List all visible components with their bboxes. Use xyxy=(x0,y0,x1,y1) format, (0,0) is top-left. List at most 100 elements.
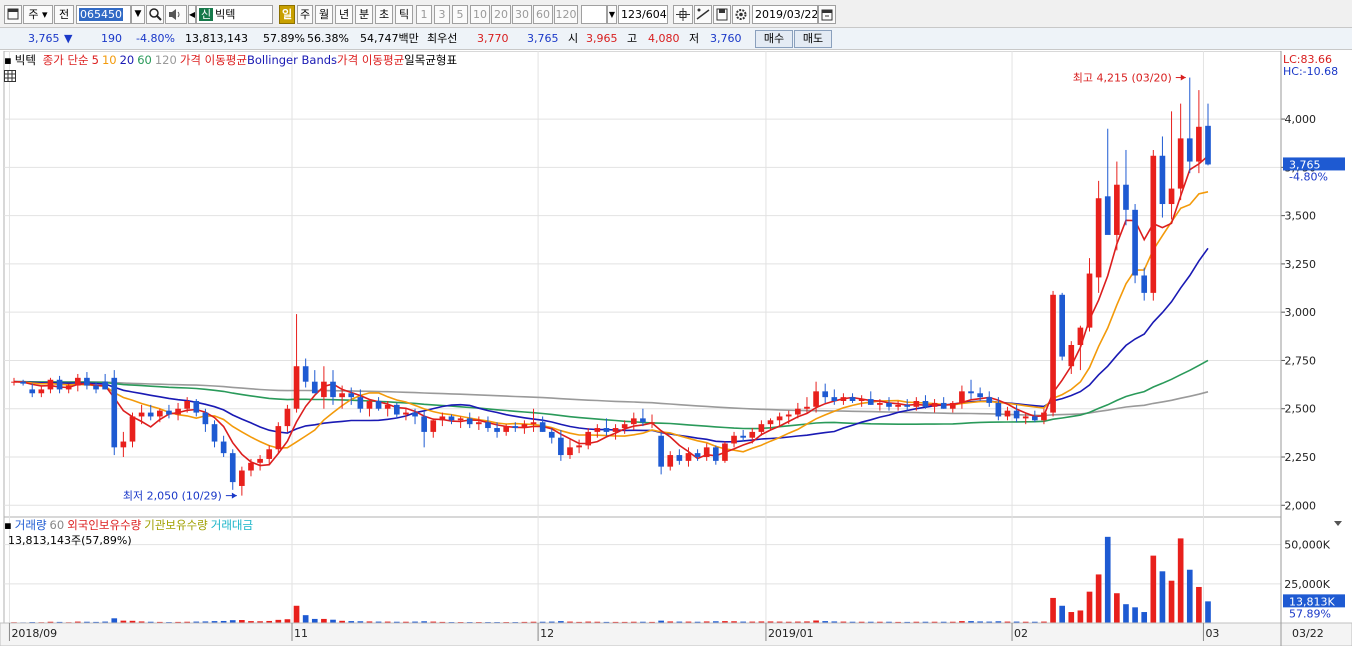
volume-bar xyxy=(1050,597,1056,623)
chart-area[interactable]: 2,0002,2502,5002,7503,0003,2503,5003,750… xyxy=(0,51,1352,646)
save-icon[interactable] xyxy=(713,5,731,24)
volume-bar xyxy=(1123,604,1129,623)
candle-body xyxy=(822,391,829,398)
prev-stock-arrow[interactable]: ◀ xyxy=(188,5,196,24)
candle-body xyxy=(603,428,610,432)
candle-body xyxy=(1196,126,1202,162)
calendar-icon[interactable] xyxy=(818,5,836,24)
candle-body xyxy=(1141,275,1148,293)
type-selector[interactable]: 주 ▾ xyxy=(23,5,53,24)
low-label: 저 xyxy=(689,32,700,45)
candle-body xyxy=(20,381,26,384)
candle-body xyxy=(977,393,983,398)
gear-icon[interactable] xyxy=(732,5,750,24)
date-tick-label: 2019/01 xyxy=(768,627,814,640)
interval-1[interactable]: 1 xyxy=(416,5,432,24)
candle-body xyxy=(93,385,99,390)
volume-bar xyxy=(1196,586,1202,623)
buy-button[interactable]: 매수 xyxy=(755,30,793,48)
candle-body xyxy=(311,381,318,394)
interval-120[interactable]: 120 xyxy=(554,5,578,24)
period-tick[interactable]: 틱 xyxy=(395,5,413,24)
candle-body xyxy=(849,397,856,401)
candle-body xyxy=(430,420,437,432)
period-week[interactable]: 주 xyxy=(297,5,313,24)
grid-toggle-icon[interactable] xyxy=(4,70,457,86)
candle-body xyxy=(703,447,710,457)
interval-20[interactable]: 20 xyxy=(491,5,511,24)
candle-body xyxy=(959,391,965,403)
high-label: 고 xyxy=(627,32,638,45)
interval-30[interactable]: 30 xyxy=(512,5,532,24)
interval-60[interactable]: 60 xyxy=(533,5,553,24)
period-year[interactable]: 년 xyxy=(335,5,353,24)
price-tick-label: 2,750 xyxy=(1285,354,1317,367)
hc-label: HC:-10.68 xyxy=(1283,65,1338,78)
period-minute[interactable]: 분 xyxy=(355,5,373,24)
candle-body xyxy=(621,424,628,429)
search-icon[interactable] xyxy=(146,5,164,24)
period-second[interactable]: 초 xyxy=(375,5,393,24)
candle-body xyxy=(1068,345,1075,367)
legend-ma-title: 종가 단순 xyxy=(42,53,89,67)
price-tick-label: 3,500 xyxy=(1285,210,1317,223)
candle-body xyxy=(594,428,601,432)
stock-name-field[interactable]: 신 빅텍 xyxy=(196,5,273,24)
candle-body xyxy=(457,418,464,421)
candle-body xyxy=(448,416,455,421)
sell-button[interactable]: 매도 xyxy=(794,30,832,48)
speaker-icon[interactable] xyxy=(165,5,187,24)
candle-body xyxy=(476,422,482,425)
prev-button[interactable]: 전 xyxy=(54,5,74,24)
date-input[interactable]: 2019/03/22 xyxy=(752,5,818,24)
code-dropdown-icon[interactable]: ▼ xyxy=(131,5,145,24)
draw-tool-icon[interactable] xyxy=(694,5,712,24)
candle-body xyxy=(530,422,537,425)
candle-body xyxy=(503,426,510,432)
candle-body xyxy=(722,443,728,461)
interval-3[interactable]: 3 xyxy=(434,5,450,24)
volume-value: 13,813,143 xyxy=(185,32,248,45)
volume-bar xyxy=(1104,536,1111,623)
legend-volume: 거래량 xyxy=(14,518,47,532)
candle-body xyxy=(147,412,154,417)
candle-body xyxy=(630,418,637,425)
price-change: 190 xyxy=(101,32,122,45)
chart-canvas[interactable]: 2,0002,2502,5002,7503,0003,2503,5003,750… xyxy=(0,51,1352,646)
custom-interval-input[interactable] xyxy=(581,5,607,24)
current-price: 3,765 xyxy=(28,32,60,45)
candle-body xyxy=(257,458,263,463)
stock-code-input[interactable]: 065450 xyxy=(76,5,131,24)
volume-bar xyxy=(311,618,318,623)
legend-ichimoku: 일목균형표 xyxy=(404,53,458,67)
volume-tick-label: 25,000K xyxy=(1284,578,1330,591)
open-label: 시 xyxy=(568,32,579,45)
candle-body xyxy=(56,379,63,390)
interval-10[interactable]: 10 xyxy=(470,5,490,24)
legend-amount: 거래대금 xyxy=(210,518,254,532)
legend-stock-name: 빅텍 xyxy=(14,53,36,67)
interval-5[interactable]: 5 xyxy=(452,5,468,24)
legend-ma-label2: 가격 이동평균 xyxy=(337,53,405,67)
candle-body xyxy=(193,401,200,413)
layout-icon[interactable] xyxy=(4,5,22,24)
date-tick-label: 03 xyxy=(1205,627,1219,640)
candle-body xyxy=(485,422,491,429)
volume-bar xyxy=(1177,538,1184,623)
crosshair-icon[interactable] xyxy=(673,5,693,24)
candle-body xyxy=(922,401,929,407)
candle-body xyxy=(1077,327,1084,345)
candle-body xyxy=(1041,412,1047,421)
interval-dropdown-icon[interactable]: ▼ xyxy=(607,5,617,24)
candle-body xyxy=(649,422,655,424)
candle-body xyxy=(1150,155,1157,293)
candle-body xyxy=(712,447,719,461)
period-day[interactable]: 일 xyxy=(279,5,295,24)
period-month[interactable]: 월 xyxy=(315,5,333,24)
candle-body xyxy=(512,426,519,429)
grid xyxy=(3,51,1282,624)
count-input[interactable]: 123/604 xyxy=(618,5,668,24)
candle-body xyxy=(904,404,911,407)
legend-institution: 기관보유수량 xyxy=(144,518,208,532)
candle-body xyxy=(102,381,108,390)
